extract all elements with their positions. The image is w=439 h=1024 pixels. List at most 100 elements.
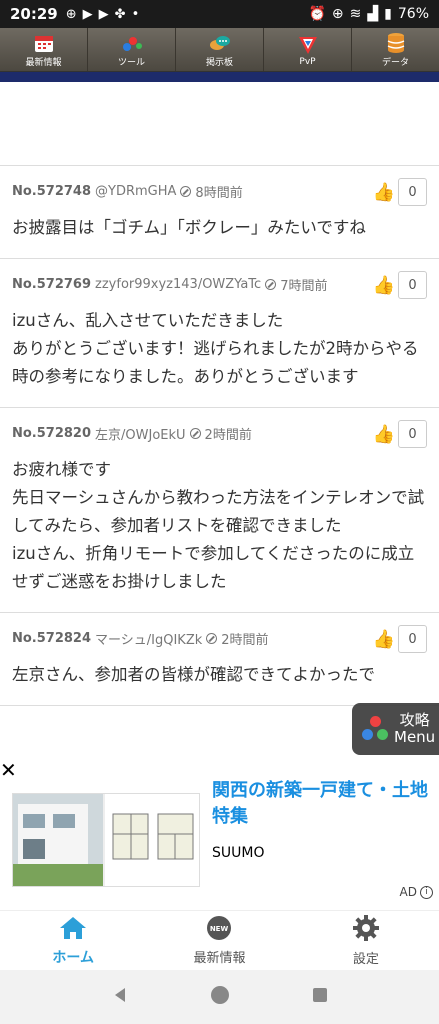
comment-post: No.572769 zzyfor99xyz143/OWZYaTc 7時間前 👍 …	[0, 259, 439, 408]
top-nav-label: 最新情報	[25, 58, 62, 68]
top-nav-item-tools[interactable]: ツール	[88, 28, 176, 71]
thumbs-up-icon: 👍	[372, 181, 395, 203]
ad-label: AD	[399, 885, 417, 899]
tab-news[interactable]: NEW 最新情報	[146, 911, 292, 970]
alarm-icon: ⏰	[308, 6, 326, 22]
close-icon[interactable]: ✕	[0, 760, 17, 780]
clock-icon	[206, 632, 218, 644]
pvp-icon	[297, 33, 319, 57]
status-time: 20:29	[10, 5, 58, 23]
gear-icon	[352, 914, 380, 946]
new-badge-icon: NEW	[204, 915, 234, 945]
tab-label: ホーム	[52, 949, 94, 966]
signal-icon: ▟	[367, 6, 379, 22]
like-count: 0	[398, 271, 427, 299]
comment-time: 7時間前	[280, 278, 328, 294]
like-button[interactable]: 👍 0	[373, 420, 427, 448]
like-button[interactable]: 👍 0	[373, 625, 427, 653]
top-nav-item-board[interactable]: 掲示板	[176, 28, 264, 71]
comment-number[interactable]: No.572820	[12, 426, 91, 441]
comment-user: @YDRmGHA	[95, 183, 177, 199]
thumbs-up-icon: 👍	[372, 423, 395, 445]
calendar-icon	[33, 31, 55, 55]
chat-icon	[208, 31, 232, 55]
youtube-icon: ▶	[98, 6, 109, 22]
tab-label: 設定	[352, 952, 379, 967]
comment-post: No.572820 左京/OWJoEkU 2時間前 👍 0 お疲れ様です 先日マ…	[0, 408, 439, 613]
strategy-menu-button[interactable]: 攻略 Menu	[352, 703, 439, 755]
ad-brand: SUUMO	[212, 845, 265, 861]
like-button[interactable]: 👍 0	[373, 271, 427, 299]
comment-meta: No.572748 @YDRmGHA 8時間前	[12, 180, 427, 202]
ad-title[interactable]: 関西の新築一戸建て・土地特集	[212, 778, 434, 830]
clock-icon	[180, 185, 192, 197]
comment-number[interactable]: No.572748	[12, 184, 91, 199]
dot-icon: •	[131, 6, 140, 22]
top-nav-item-news[interactable]: 最新情報	[0, 28, 88, 71]
comment-time: 2時間前	[221, 632, 269, 648]
home-circle-icon[interactable]	[210, 985, 230, 1009]
menu-dots-icon	[360, 714, 390, 744]
top-nav-label: データ	[381, 58, 409, 68]
youtube-icon: ▶	[82, 6, 93, 22]
recents-icon[interactable]	[311, 986, 329, 1008]
comment-time: 2時間前	[204, 427, 252, 443]
data-saver-icon: ⊕	[331, 6, 344, 22]
comment-meta: No.572824 マーシュ/IgQIKZk 2時間前	[12, 627, 427, 649]
comment-body: 左京さん、参加者の皆様が確認できてよかったで	[12, 661, 427, 689]
like-count: 0	[398, 420, 427, 448]
clock-icon	[265, 278, 277, 290]
comment-post: No.572748 @YDRmGHA 8時間前 👍 0 お披露目は「ゴチム」「ボ…	[0, 166, 439, 259]
battery-icon: ▮	[384, 6, 392, 22]
like-count: 0	[398, 178, 427, 206]
comment-feed[interactable]: No.572748 @YDRmGHA 8時間前 👍 0 お披露目は「ゴチム」「ボ…	[0, 82, 439, 760]
app-badge-icon: ⊕	[65, 6, 77, 22]
ad-image[interactable]	[12, 793, 200, 887]
comment-line: お疲れ様です	[12, 460, 111, 479]
comment-user: zzyfor99xyz143/OWZYaTc	[95, 276, 262, 292]
database-icon	[386, 31, 406, 55]
top-nav-label: 掲示板	[205, 58, 233, 68]
tab-settings[interactable]: 設定	[293, 911, 439, 970]
new-badge-text: NEW	[210, 925, 229, 933]
ad-placeholder	[0, 82, 439, 166]
comment-body: お披露目は「ゴチム」「ボクレー」みたいですね	[12, 214, 427, 242]
ad-choices[interactable]: AD i	[400, 885, 433, 899]
battery-percent: 76%	[397, 6, 429, 22]
top-nav: 最新情報 ツール 掲示板 PvP データ	[0, 28, 439, 72]
top-nav-item-pvp[interactable]: PvP	[264, 28, 352, 71]
comment-line: 左京さん、参加者の皆様が確認できてよかったで	[12, 665, 375, 684]
menu-label-2: Menu	[394, 728, 436, 746]
like-count: 0	[398, 625, 427, 653]
thumbs-up-icon: 👍	[372, 628, 395, 650]
comment-body: お疲れ様です 先日マーシュさんから教わった方法をインテレオンで試してみたら、参加…	[12, 456, 427, 596]
comment-time: 8時間前	[195, 185, 243, 201]
comment-number[interactable]: No.572824	[12, 631, 91, 646]
system-nav-bar	[0, 970, 439, 1024]
comment-line: izuさん、折角リモートで参加してくださったのに成立せずご迷惑をお掛けしました	[12, 544, 415, 591]
ad-banner[interactable]: ✕ 関西の新築一戸建て・土地特集 SUUMO AD i	[0, 760, 439, 910]
clock-icon	[189, 427, 201, 439]
comment-post: No.572824 マーシュ/IgQIKZk 2時間前 👍 0 左京さん、参加者…	[0, 613, 439, 706]
wifi-icon: ≋	[349, 6, 362, 22]
top-nav-item-data[interactable]: データ	[352, 28, 439, 71]
comment-user: 左京/OWJoEkU	[95, 427, 186, 443]
bottom-tab-bar: ホーム NEW 最新情報 設定	[0, 910, 439, 970]
home-icon	[58, 915, 88, 945]
back-icon[interactable]	[111, 986, 129, 1008]
info-icon: i	[420, 885, 433, 899]
tool-icon	[120, 31, 144, 55]
like-button[interactable]: 👍 0	[373, 178, 427, 206]
comment-body: izuさん、乱入させていただきました ありがとうございます！逃げられましたが2時…	[12, 307, 427, 391]
comment-user: マーシュ/IgQIKZk	[95, 632, 203, 648]
tab-label: 最新情報	[193, 951, 246, 966]
header-divider	[0, 72, 439, 82]
status-bar: 20:29 ⊕ ▶ ▶ ✤ • ⏰ ⊕ ≋ ▟ ▮ 76%	[0, 0, 439, 28]
comment-meta: No.572820 左京/OWJoEkU 2時間前	[12, 422, 427, 444]
comment-number[interactable]: No.572769	[12, 277, 91, 292]
comment-line: ありがとうございます！逃げられましたが2時からやる時の参考になりました。ありがと…	[12, 339, 419, 386]
tab-home[interactable]: ホーム	[0, 911, 146, 970]
thumbs-up-icon: 👍	[372, 274, 395, 296]
comment-line: お披露目は「ゴチム」「ボクレー」みたいですね	[12, 218, 366, 237]
comment-line: izuさん、乱入させていただきました	[12, 311, 284, 330]
